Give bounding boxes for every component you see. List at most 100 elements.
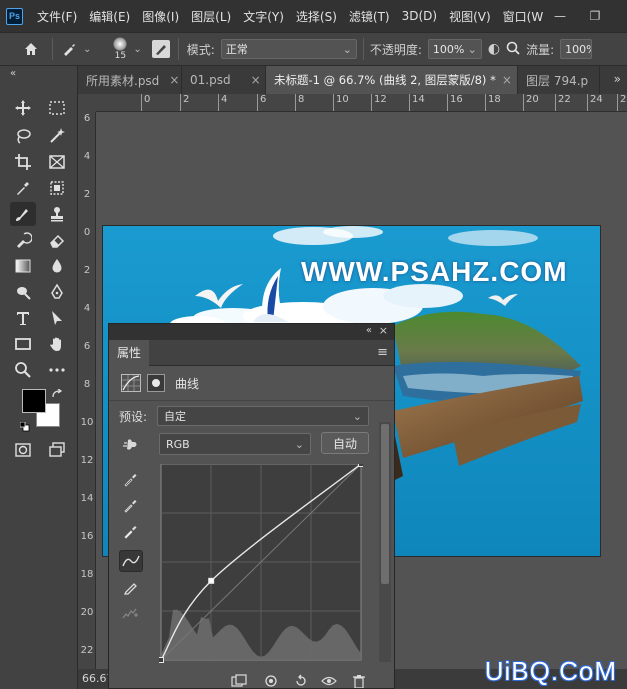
- magic-wand-tool-icon[interactable]: [44, 124, 70, 148]
- clone-stamp-tool-icon[interactable]: [44, 202, 70, 226]
- ruler-origin[interactable]: [78, 94, 96, 112]
- ruler-tick-label: 4: [218, 94, 227, 111]
- close-icon[interactable]: ×: [169, 73, 179, 87]
- ruler-tick-label: 8: [83, 379, 91, 390]
- default-colors-icon[interactable]: [19, 421, 30, 432]
- restore-button[interactable]: ❐: [584, 6, 606, 26]
- search-icon[interactable]: [506, 41, 520, 58]
- menu-select[interactable]: 选择(S): [296, 8, 337, 25]
- mode-select[interactable]: 正常 ⌄: [220, 39, 357, 59]
- crop-tool-icon[interactable]: [10, 150, 36, 174]
- smooth-curve-icon[interactable]: [119, 602, 143, 624]
- object-selection-tool-icon[interactable]: [44, 176, 70, 200]
- vertical-ruler[interactable]: 6 4 2 0 2 4 6 8 10 12 14 16 18 20 22: [78, 112, 96, 672]
- tab-properties[interactable]: 属性: [109, 340, 149, 366]
- gradient-tool-icon[interactable]: [10, 254, 36, 278]
- ruler-tick-label: 0: [141, 94, 150, 111]
- curve-control-point[interactable]: [159, 657, 164, 663]
- menu-layer[interactable]: 图层(L): [191, 8, 231, 25]
- quick-mask-icon[interactable]: [10, 438, 36, 462]
- toolbar-collapse-icon[interactable]: «: [10, 68, 16, 79]
- brush-settings-toggle-icon[interactable]: [151, 40, 170, 58]
- curve-point-tool-icon[interactable]: [119, 550, 143, 572]
- white-point-eyedropper-icon[interactable]: [119, 520, 143, 542]
- move-tool-icon[interactable]: [10, 96, 36, 120]
- chevron-down-icon[interactable]: ⌄: [133, 44, 141, 55]
- history-brush-tool-icon[interactable]: [10, 228, 36, 252]
- flow-value: 100%: [565, 42, 591, 56]
- preset-select[interactable]: 自定 ⌄: [157, 406, 369, 426]
- menu-edit[interactable]: 编辑(E): [89, 8, 130, 25]
- channel-select[interactable]: RGB ⌄: [159, 433, 311, 455]
- rectangle-tool-icon[interactable]: [10, 332, 36, 356]
- close-icon[interactable]: ×: [502, 73, 512, 87]
- menu-file[interactable]: 文件(F): [37, 8, 77, 25]
- scrollbar-thumb[interactable]: [381, 424, 389, 584]
- ruler-tick-label: 16: [447, 94, 463, 111]
- reset-icon[interactable]: [293, 674, 309, 688]
- tab-document-4[interactable]: 图层 794.p: [518, 66, 600, 94]
- path-selection-tool-icon[interactable]: [44, 306, 70, 330]
- auto-button[interactable]: 自动: [321, 432, 369, 454]
- gray-point-eyedropper-icon[interactable]: [119, 494, 143, 516]
- properties-panel-header[interactable]: « ×: [109, 324, 394, 340]
- collapse-icon[interactable]: «: [366, 325, 372, 336]
- dodge-tool-icon[interactable]: [10, 280, 36, 304]
- menu-window[interactable]: 窗口(W: [503, 8, 544, 25]
- swap-colors-icon[interactable]: [52, 388, 64, 398]
- tab-document-1[interactable]: 所用素材.psd ×: [78, 66, 182, 94]
- delete-trash-icon[interactable]: [351, 674, 367, 689]
- layer-mask-icon[interactable]: [147, 374, 165, 392]
- curves-adjustment-icon[interactable]: [121, 374, 141, 392]
- brush-size-picker[interactable]: 15: [109, 37, 131, 61]
- menu-view[interactable]: 视图(V): [449, 8, 491, 25]
- on-image-adjust-icon[interactable]: [119, 434, 143, 456]
- ruler-tick-label: 6: [257, 94, 266, 111]
- menu-type[interactable]: 文字(Y): [243, 8, 284, 25]
- horizontal-ruler[interactable]: 0 2 4 6 8 10 12 14 16 18 20 22 24 26: [96, 94, 627, 112]
- curve-control-point[interactable]: [208, 577, 215, 584]
- tab-overflow-icon[interactable]: »: [614, 72, 621, 86]
- flow-input[interactable]: 100%: [560, 39, 593, 59]
- properties-scrollbar[interactable]: [379, 422, 391, 662]
- ruler-tick-label: 6: [83, 341, 91, 352]
- foreground-color-swatch[interactable]: [22, 389, 46, 413]
- close-icon[interactable]: ×: [379, 324, 388, 337]
- close-icon[interactable]: ×: [251, 73, 261, 87]
- hand-tool-icon[interactable]: [44, 332, 70, 356]
- curve-control-point[interactable]: [358, 464, 364, 467]
- zoom-tool-icon[interactable]: [10, 358, 36, 382]
- pencil-draw-curve-icon[interactable]: [119, 576, 143, 598]
- type-tool-icon[interactable]: [10, 306, 36, 330]
- menu-bar: Ps 文件(F) 编辑(E) 图像(I) 图层(L) 文字(Y) 选择(S) 滤…: [0, 0, 627, 32]
- tab-document-3-active[interactable]: 未标题-1 @ 66.7% (曲线 2, 图层蒙版/8) * ×: [266, 66, 518, 94]
- eyedropper-tool-icon[interactable]: [10, 176, 36, 200]
- screen-mode-icon[interactable]: [44, 438, 70, 462]
- lasso-tool-icon[interactable]: [10, 124, 36, 148]
- clip-to-layer-icon[interactable]: [231, 674, 247, 688]
- visibility-eye-icon[interactable]: [321, 674, 337, 688]
- blur-tool-icon[interactable]: [44, 254, 70, 278]
- ruler-tick-label: 14: [409, 94, 425, 111]
- view-previous-icon[interactable]: [263, 674, 279, 688]
- menu-3d[interactable]: 3D(D): [402, 9, 437, 23]
- minimize-button[interactable]: —: [549, 6, 571, 26]
- marquee-tool-icon[interactable]: [44, 96, 70, 120]
- brush-tool-preset-picker[interactable]: ⌄: [61, 41, 91, 57]
- pen-tool-icon[interactable]: [44, 280, 70, 304]
- frame-tool-icon[interactable]: [44, 150, 70, 174]
- pressure-opacity-icon[interactable]: ◐: [488, 41, 500, 57]
- eraser-tool-icon[interactable]: [44, 228, 70, 252]
- tab-document-2[interactable]: 01.psd ×: [182, 66, 266, 94]
- mode-value: 正常: [225, 43, 248, 56]
- curve-graph[interactable]: [159, 464, 363, 664]
- home-icon[interactable]: [18, 37, 44, 61]
- panel-menu-icon[interactable]: ≡: [377, 345, 388, 360]
- ruler-tick-label: 18: [485, 94, 501, 111]
- black-point-eyedropper-icon[interactable]: [119, 468, 143, 490]
- menu-filter[interactable]: 滤镜(T): [349, 8, 390, 25]
- opacity-input[interactable]: 100% ⌄: [427, 39, 482, 59]
- brush-tool-icon[interactable]: [10, 202, 36, 226]
- menu-image[interactable]: 图像(I): [142, 8, 179, 25]
- more-tools-icon[interactable]: [44, 358, 70, 382]
